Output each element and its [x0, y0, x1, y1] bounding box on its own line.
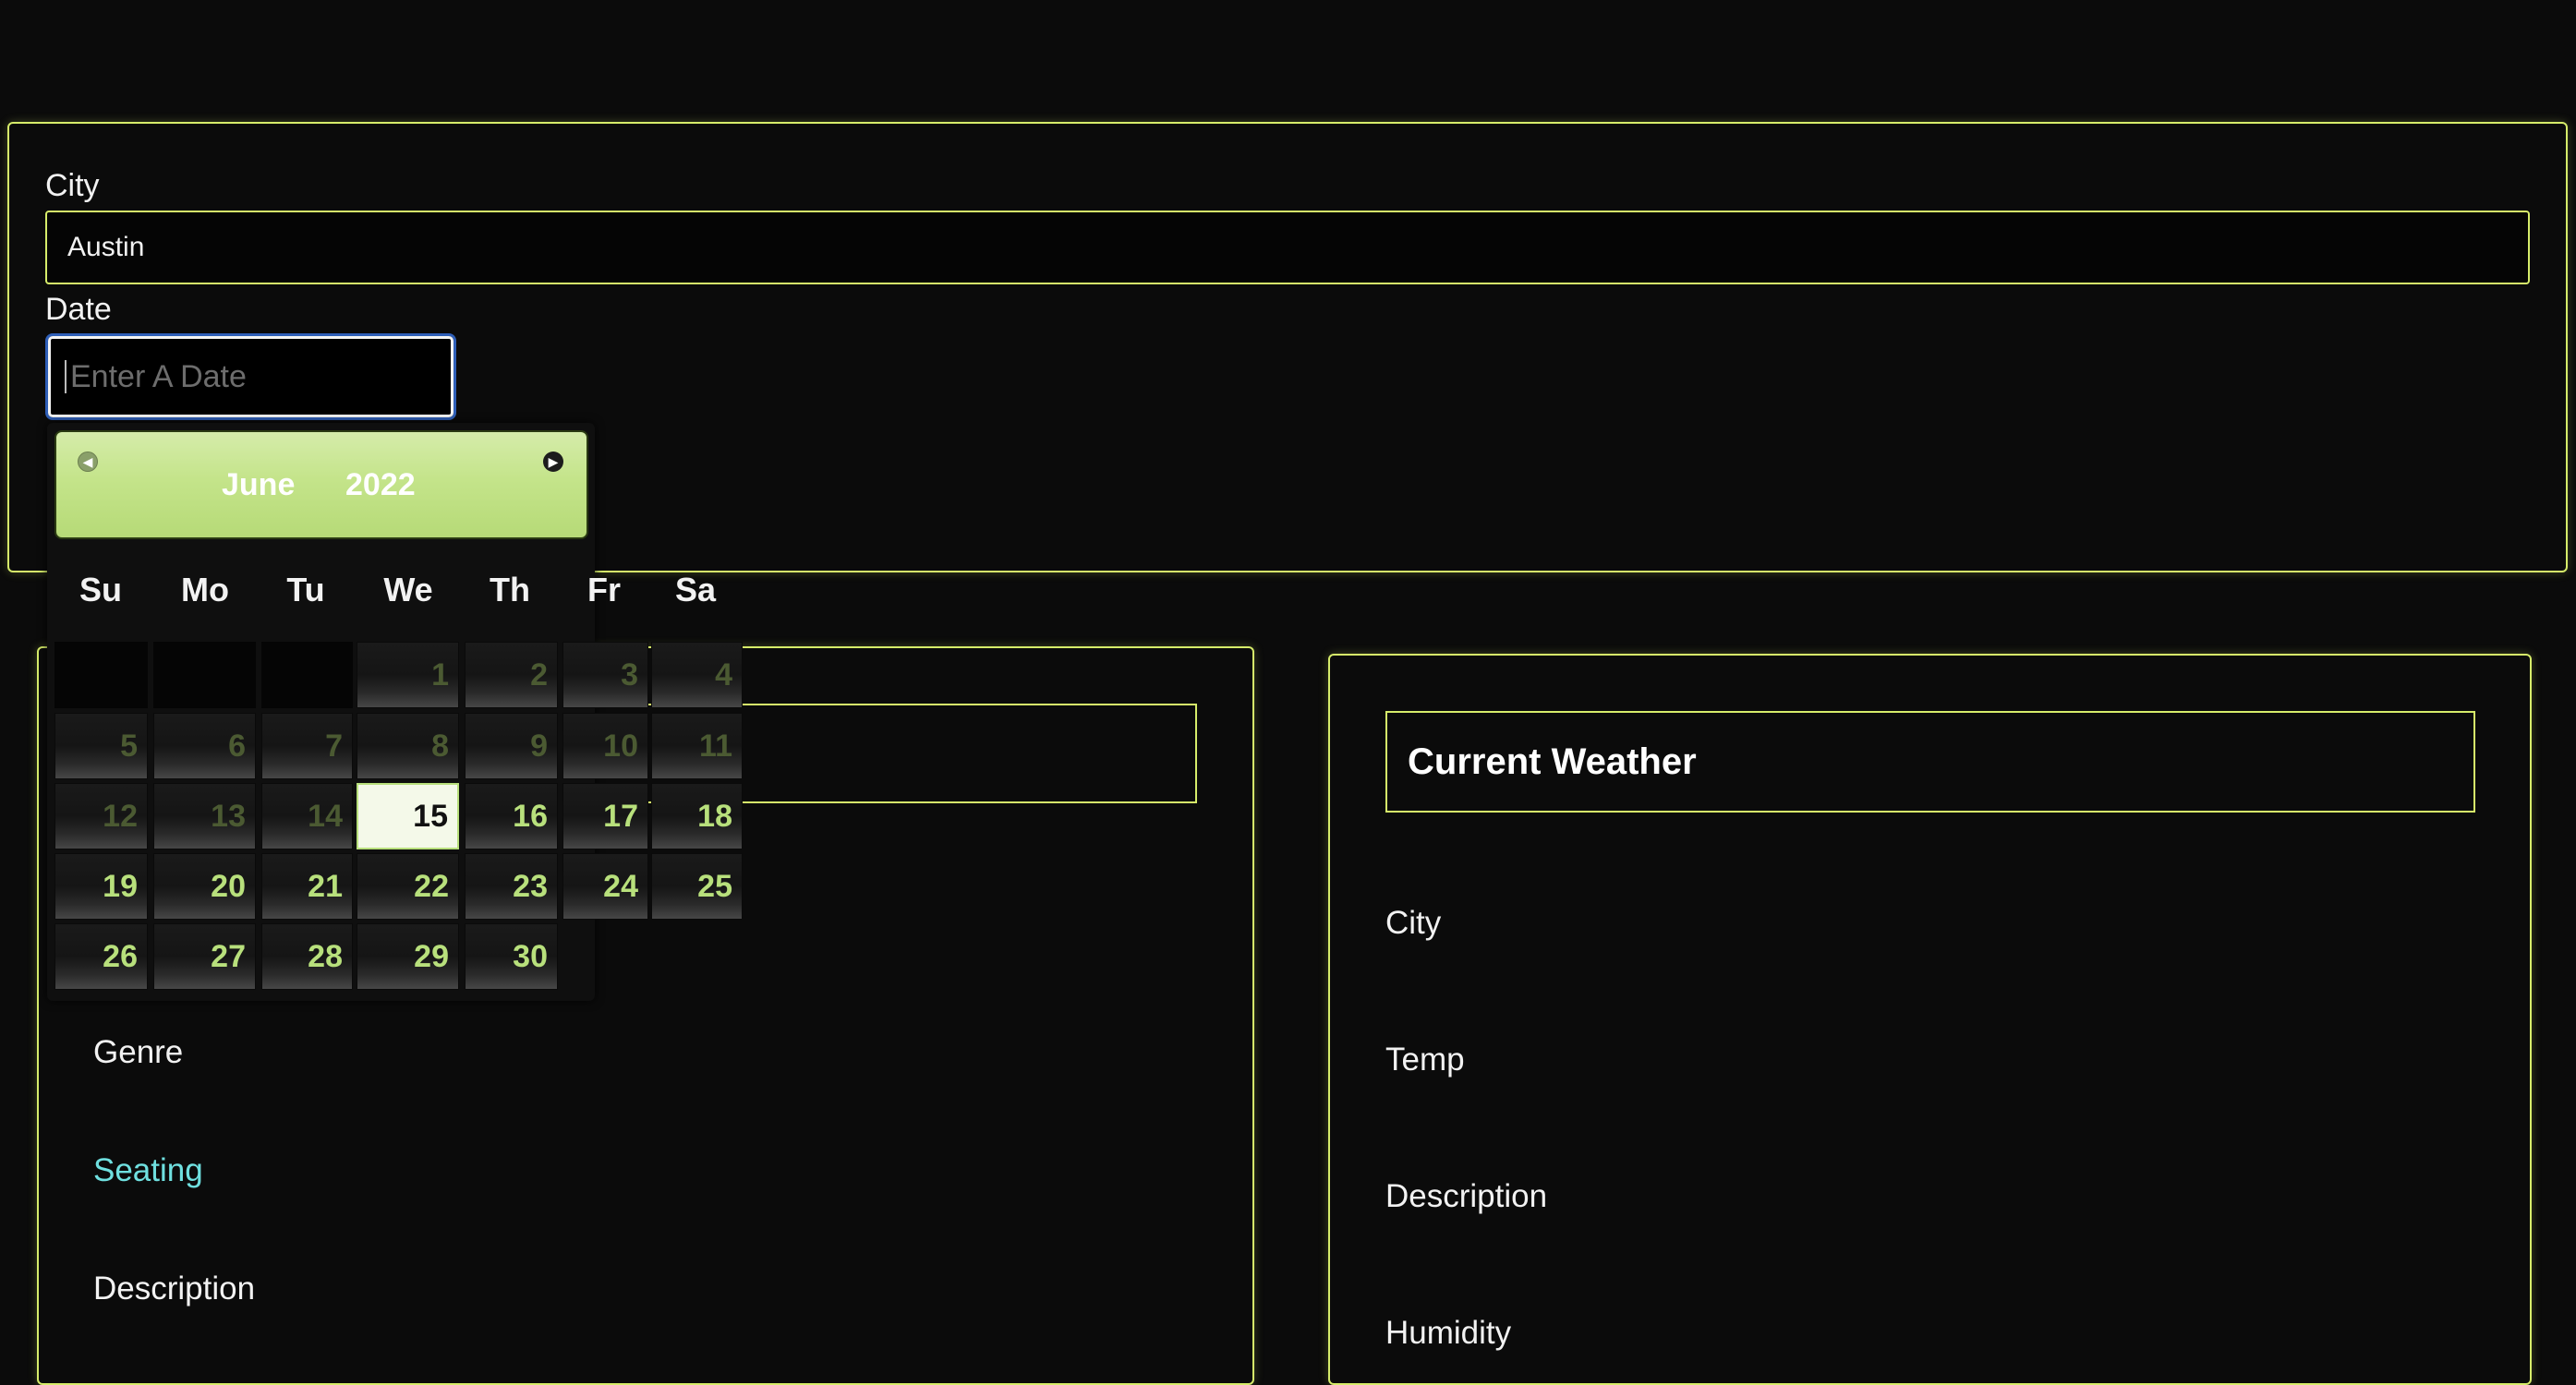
day-cell: 6	[153, 713, 256, 779]
day-cell[interactable]: 23	[465, 853, 558, 920]
day-cell[interactable]: 29	[357, 923, 459, 990]
next-arrow-icon[interactable]: ▶	[543, 452, 563, 472]
weekday-su: Su	[79, 571, 122, 608]
datepicker-header	[54, 430, 588, 539]
day-cell[interactable]: 21	[261, 853, 353, 920]
day-cell: 2	[465, 642, 558, 708]
day-cell: 14	[261, 783, 353, 849]
weather-title: Current Weather	[1385, 711, 2475, 813]
weekday-sa: Sa	[674, 571, 717, 608]
date-label: Date	[45, 292, 112, 327]
seating-link[interactable]: Seating	[93, 1152, 203, 1189]
datepicker-year[interactable]: 2022	[345, 467, 416, 503]
day-cell[interactable]: 24	[562, 853, 648, 920]
day-cell: 7	[261, 713, 353, 779]
weather-description-label: Description	[1385, 1178, 1548, 1214]
genre-label: Genre	[93, 1034, 184, 1070]
city-input[interactable]: Austin	[45, 211, 2530, 284]
weather-temp-label: Temp	[1385, 1042, 1465, 1078]
weekday-we: We	[383, 571, 433, 608]
day-cell-selected[interactable]: 15	[357, 783, 459, 849]
day-cell: 9	[465, 713, 558, 779]
date-input[interactable]: Enter A Date	[45, 333, 456, 420]
day-cell: 4	[651, 642, 743, 708]
day-cell: 5	[54, 713, 148, 779]
text-caret	[65, 360, 67, 393]
empty-day-cell	[54, 642, 148, 708]
datepicker-month[interactable]: June	[222, 467, 295, 503]
day-cell[interactable]: 20	[153, 853, 256, 920]
day-cell[interactable]: 26	[54, 923, 148, 990]
day-cell: 8	[357, 713, 459, 779]
day-cell[interactable]: 17	[562, 783, 648, 849]
city-input-value: Austin	[67, 232, 145, 262]
day-cell[interactable]: 18	[651, 783, 743, 849]
weather-humidity-label: Humidity	[1385, 1315, 1512, 1351]
weekday-fr: Fr	[587, 571, 621, 608]
city-label: City	[45, 168, 100, 203]
event-description-label: Description	[93, 1271, 256, 1307]
day-cell: 1	[357, 642, 459, 708]
day-cell[interactable]: 25	[651, 853, 743, 920]
weekday-mo: Mo	[181, 571, 229, 608]
day-cell[interactable]: 27	[153, 923, 256, 990]
weather-city-label: City	[1385, 905, 1442, 941]
day-cell[interactable]: 28	[261, 923, 353, 990]
day-cell[interactable]: 30	[465, 923, 558, 990]
date-input-placeholder: Enter A Date	[70, 358, 247, 394]
empty-day-cell	[153, 642, 256, 708]
weekday-tu: Tu	[286, 571, 325, 608]
empty-day-cell	[261, 642, 353, 708]
day-cell[interactable]: 22	[357, 853, 459, 920]
day-cell[interactable]: 16	[465, 783, 558, 849]
day-cell: 3	[562, 642, 648, 708]
day-cell: 13	[153, 783, 256, 849]
day-cell: 11	[651, 713, 743, 779]
day-cell: 12	[54, 783, 148, 849]
prev-arrow-icon[interactable]: ◀	[78, 452, 98, 472]
day-cell[interactable]: 19	[54, 853, 148, 920]
weekday-th: Th	[490, 571, 530, 608]
day-cell: 10	[562, 713, 648, 779]
